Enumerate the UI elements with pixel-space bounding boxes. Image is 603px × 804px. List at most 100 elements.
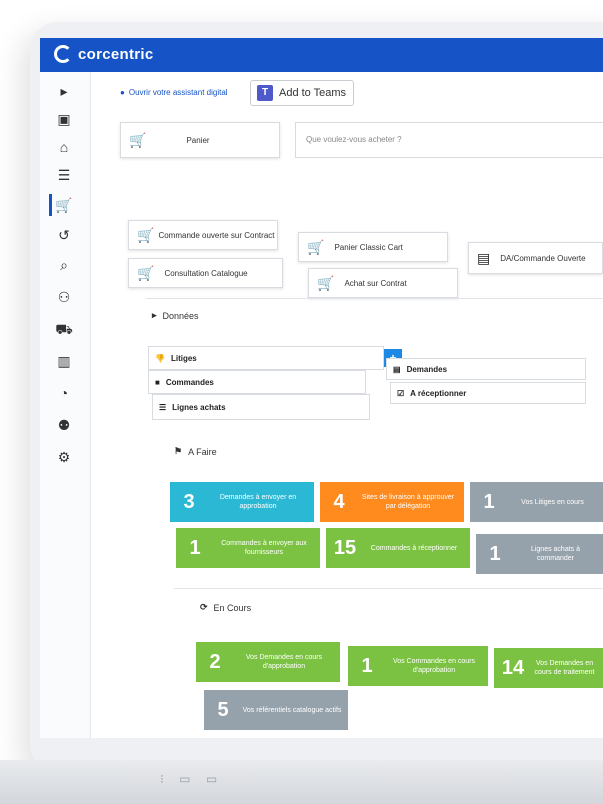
tile-label: Vos Commandes en cours d'approbation bbox=[392, 658, 476, 674]
tile-count: 2 bbox=[209, 650, 221, 673]
a-faire-title: A Faire bbox=[188, 446, 217, 457]
cart-icon: 🛒 bbox=[307, 238, 325, 255]
document-icon: ▤ bbox=[477, 249, 491, 266]
achat-contrat-label: Achat sur Contrat bbox=[344, 278, 407, 288]
tile-label: Lignes achats à commander bbox=[530, 546, 581, 562]
cart-icon: 🛒 bbox=[317, 274, 335, 291]
donnees-section-toggle[interactable]: ▸ Données bbox=[152, 310, 199, 321]
tile-label: Demandes à envoyer en approbation bbox=[219, 494, 297, 510]
tile-label: Vos référentiels catalogue actifs bbox=[242, 706, 342, 714]
commande-ouverte-card[interactable]: 🛒 Commande ouverte sur Contract bbox=[128, 220, 278, 250]
laptop-ports: ⁝ ▭ ▭ bbox=[160, 772, 224, 786]
donnees-title: Données bbox=[162, 310, 199, 321]
search-input[interactable]: Que voulez-vous acheter ? bbox=[295, 122, 603, 158]
app-screen: corcentric ▸ ▣ ⌂ ☰ 🛒 ↺ ⌕ ⚇ ⛟ ▥ ◔ ⚉ ⚙ ● O… bbox=[40, 38, 603, 738]
caret-right-icon: ▸ bbox=[152, 310, 157, 320]
panier-classic-label: Panier Classic Cart bbox=[334, 242, 403, 252]
teams-icon: T bbox=[257, 85, 273, 101]
add-to-teams-button[interactable]: T Add to Teams bbox=[250, 80, 354, 106]
checkbox-icon: ☑ bbox=[397, 388, 405, 398]
return-icon[interactable]: ↺ bbox=[52, 224, 76, 246]
brand-name: corcentric bbox=[78, 45, 154, 63]
tile-label: Sites de livraison à approuver par délég… bbox=[361, 494, 455, 510]
main-content: ● Ouvrir votre assistant digital T Add t… bbox=[90, 72, 603, 738]
dashboard-icon[interactable]: ◔ bbox=[52, 382, 76, 404]
tile-sites-livraison[interactable]: 4 Sites de livraison à approuver par dél… bbox=[320, 482, 464, 522]
search-doc-icon[interactable]: ⌕ bbox=[52, 254, 76, 276]
truck-icon[interactable]: ⛟ bbox=[52, 318, 76, 340]
cart-icon: 🛒 bbox=[137, 264, 155, 281]
tile-count: 1 bbox=[361, 654, 373, 677]
tile-commandes-approbation[interactable]: 1 Vos Commandes en cours d'approbation bbox=[348, 646, 488, 686]
team-icon[interactable]: ⚉ bbox=[52, 414, 76, 436]
consultation-label: Consultation Catalogue bbox=[164, 268, 248, 278]
tile-lignes-achats[interactable]: 1 Lignes achats à commander bbox=[476, 534, 603, 574]
tile-litiges-cours[interactable]: 1 Vos Litiges en cours bbox=[470, 482, 603, 522]
home-icon[interactable]: ⌂ bbox=[52, 136, 76, 158]
lines-icon: ☰ bbox=[159, 402, 167, 412]
sidebar: ▸ ▣ ⌂ ☰ 🛒 ↺ ⌕ ⚇ ⛟ ▥ ◔ ⚉ ⚙ bbox=[40, 72, 91, 738]
tile-label: Vos Demandes en cours de traitement bbox=[534, 660, 595, 676]
tile-count: 4 bbox=[333, 490, 345, 513]
settings-icon[interactable]: ⚙ bbox=[52, 446, 76, 468]
commandes-row[interactable]: ■ Commandes bbox=[148, 370, 366, 394]
tile-count: 15 bbox=[333, 536, 357, 559]
da-commande-card[interactable]: ▤ DA/Commande Ouverte bbox=[468, 242, 603, 274]
en-cours-title: En Cours bbox=[213, 602, 252, 613]
panier-card[interactable]: 🛒 Panier bbox=[120, 122, 280, 158]
panier-label: Panier bbox=[186, 135, 210, 145]
cart-icon: 🛒 bbox=[137, 226, 155, 243]
tile-count: 1 bbox=[189, 536, 201, 559]
lignes-achats-row[interactable]: ☰ Lignes achats bbox=[152, 394, 370, 420]
tile-demandes-envoyer[interactable]: 3 Demandes à envoyer en approbation bbox=[170, 482, 314, 522]
divider bbox=[146, 298, 603, 299]
users-tree-icon[interactable]: ⚇ bbox=[52, 286, 76, 308]
commandes-label: Commandes bbox=[165, 377, 214, 387]
tile-count: 1 bbox=[489, 542, 501, 565]
a-receptionner-row[interactable]: ☑ A réceptionner bbox=[390, 382, 586, 404]
achat-contrat-card[interactable]: 🛒 Achat sur Contrat bbox=[308, 268, 458, 298]
en-cours-section-toggle[interactable]: ⟳ En Cours bbox=[200, 602, 251, 613]
document-icon: ▤ bbox=[393, 364, 401, 374]
image-icon[interactable]: ▣ bbox=[52, 108, 76, 130]
top-bar: corcentric bbox=[40, 38, 603, 72]
demandes-row[interactable]: ▤ Demandes bbox=[386, 358, 586, 380]
tile-count: 5 bbox=[217, 698, 229, 721]
teams-label: Add to Teams bbox=[279, 87, 347, 99]
lignes-achats-label: Lignes achats bbox=[172, 402, 226, 412]
divider bbox=[174, 588, 603, 589]
cart-icon[interactable]: 🛒 bbox=[49, 194, 76, 216]
cart-icon: 🛒 bbox=[129, 131, 147, 148]
tile-commandes-receptionner[interactable]: 15 Commandes à réceptionner bbox=[326, 528, 470, 568]
tile-demandes-approbation[interactable]: 2 Vos Demandes en cours d'approbation bbox=[196, 642, 340, 682]
flag-icon: ⚑ bbox=[174, 446, 183, 456]
tile-label: Vos Litiges en cours bbox=[521, 498, 584, 506]
refresh-icon: ⟳ bbox=[200, 602, 208, 612]
tile-referentiels-catalogue[interactable]: 5 Vos référentiels catalogue actifs bbox=[204, 690, 348, 730]
demandes-label: Demandes bbox=[406, 364, 448, 374]
thumbs-down-icon: 👎 bbox=[155, 353, 165, 363]
digital-assistant-link[interactable]: ● Ouvrir votre assistant digital bbox=[120, 88, 228, 97]
corcentric-logo-icon bbox=[54, 45, 72, 63]
a-faire-section-toggle[interactable]: ⚑ A Faire bbox=[174, 446, 217, 457]
a-receptionner-label: A réceptionner bbox=[410, 388, 467, 398]
tile-count: 3 bbox=[183, 490, 195, 513]
panier-classic-card[interactable]: 🛒 Panier Classic Cart bbox=[298, 232, 448, 262]
brand-logo[interactable]: corcentric bbox=[54, 45, 154, 63]
tile-label: Commandes à réceptionner bbox=[370, 544, 458, 552]
assistant-label: Ouvrir votre assistant digital bbox=[128, 88, 228, 97]
tile-commandes-envoyer[interactable]: 1 Commandes à envoyer aux fournisseurs bbox=[176, 528, 320, 568]
tile-demandes-traitement[interactable]: 14 Vos Demandes en cours de traitement bbox=[494, 648, 603, 688]
tile-count: 1 bbox=[483, 490, 495, 513]
laptop-base bbox=[0, 760, 603, 804]
expand-icon[interactable]: ▸ bbox=[52, 80, 76, 102]
commande-ouverte-label: Commande ouverte sur Contract bbox=[158, 230, 275, 240]
tile-count: 14 bbox=[501, 656, 525, 679]
litiges-row[interactable]: 👎 Litiges bbox=[148, 346, 384, 370]
chat-icon: ● bbox=[120, 88, 125, 97]
da-commande-label: DA/Commande Ouverte bbox=[500, 253, 586, 263]
list-icon[interactable]: ☰ bbox=[52, 164, 76, 186]
chart-icon[interactable]: ▥ bbox=[52, 350, 76, 372]
consultation-card[interactable]: 🛒 Consultation Catalogue bbox=[128, 258, 283, 288]
order-icon: ■ bbox=[155, 377, 160, 387]
